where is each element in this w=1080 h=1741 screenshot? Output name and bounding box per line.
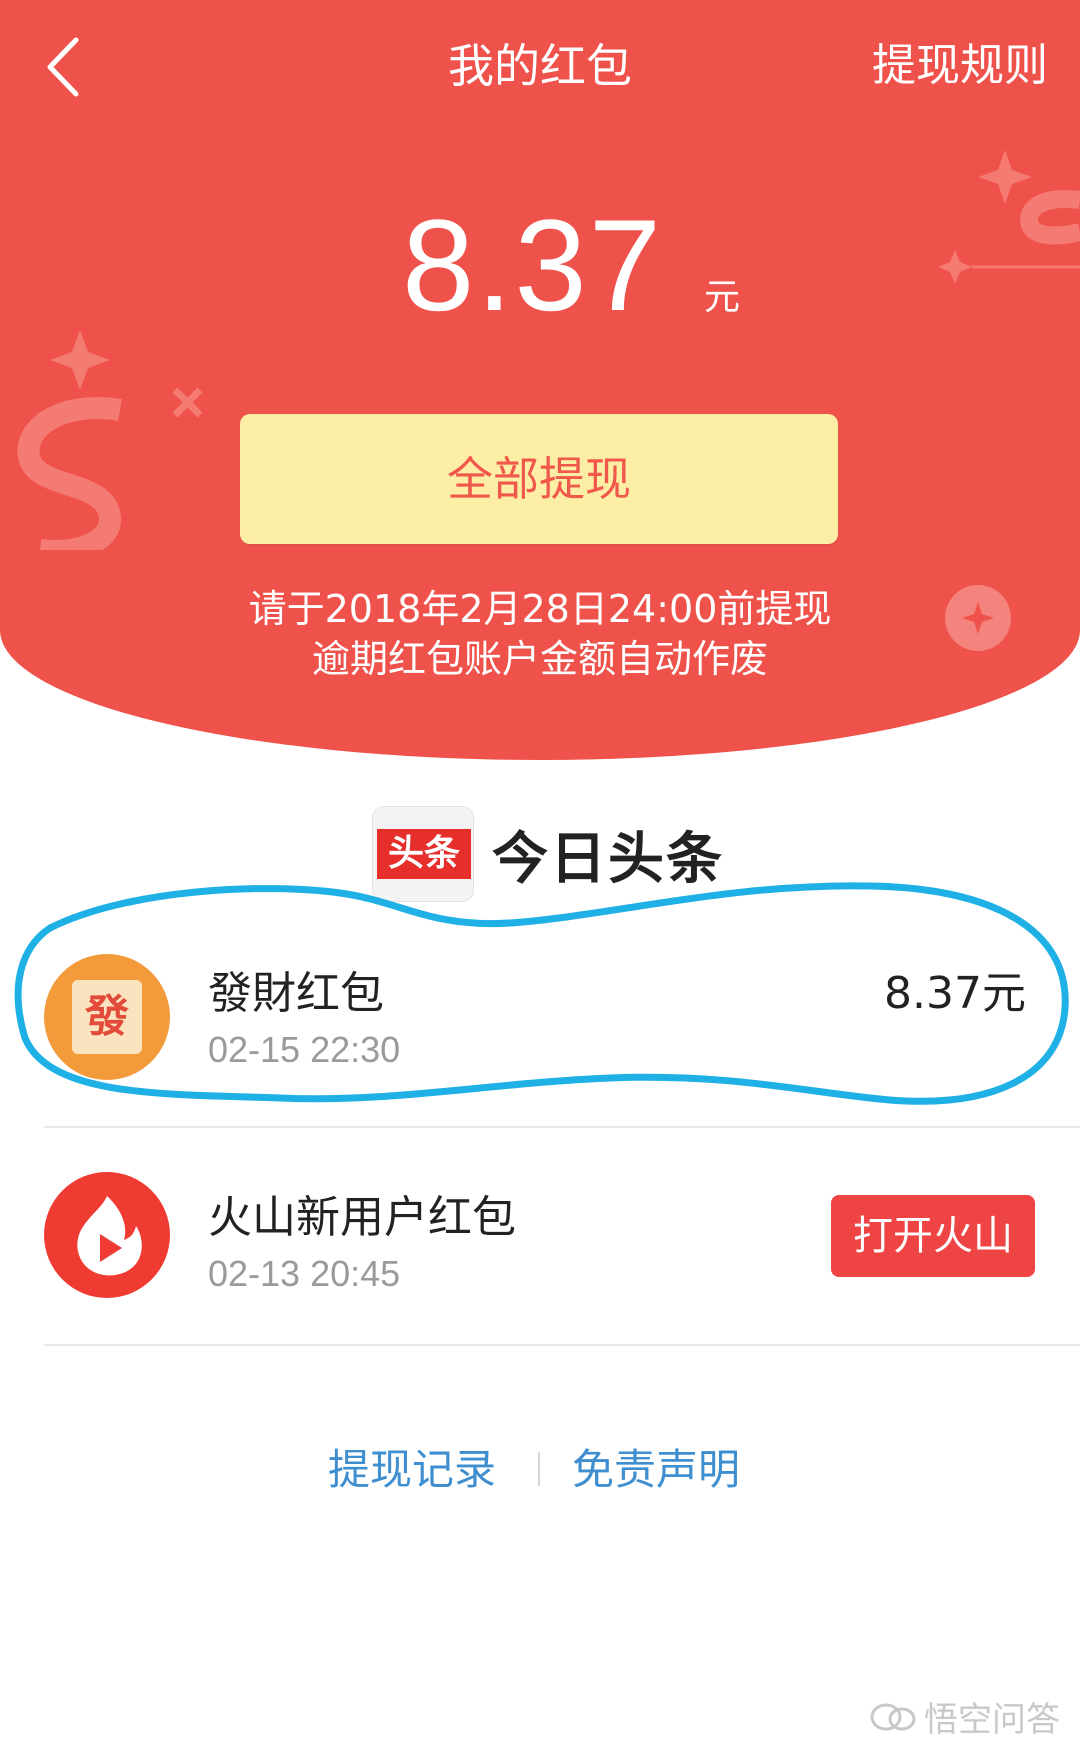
balance-amount: 8.37 [402, 192, 664, 338]
list-divider [44, 1126, 1080, 1128]
sparkle-decoration-icon [17, 330, 203, 550]
withdraw-all-button[interactable]: 全部提现 [240, 414, 838, 544]
withdraw-records-link[interactable]: 提现记录 [328, 1442, 496, 1498]
deadline-notice: 请于2018年2月28日24:00前提现 逾期红包账户金额自动作废 [0, 584, 1080, 684]
balance-unit: 元 [704, 277, 741, 318]
deadline-line-2: 逾期红包账户金额自动作废 [311, 637, 768, 681]
sparkle-decoration-right-icon [938, 150, 1080, 284]
withdraw-rules-link[interactable]: 提现规则 [872, 36, 1048, 96]
disclaimer-link[interactable]: 免责声明 [572, 1442, 740, 1498]
watermark-text: 悟空问答 [924, 1700, 1060, 1740]
huoshan-flame-play-icon [44, 1172, 170, 1298]
red-packet-title: 火山新用户红包 [208, 1192, 516, 1243]
watermark: 悟空问答 [870, 1692, 1060, 1741]
wukong-logo-icon [870, 1703, 916, 1730]
open-huoshan-button[interactable]: 打开火山 [831, 1195, 1035, 1277]
footer-separator [538, 1452, 540, 1486]
highlight-circle-annotation [14, 882, 1069, 1105]
deadline-line-1: 请于2018年2月28日24:00前提现 [248, 587, 832, 631]
header-banner: 我的红包 提现规则 8.37 元 全部提现 请于2018年2月28日24:00前… [0, 0, 1080, 760]
huoshan-logo-shape [77, 1196, 142, 1276]
red-packet-time: 02-13 20:45 [208, 1253, 401, 1294]
list-divider [44, 1344, 1080, 1346]
